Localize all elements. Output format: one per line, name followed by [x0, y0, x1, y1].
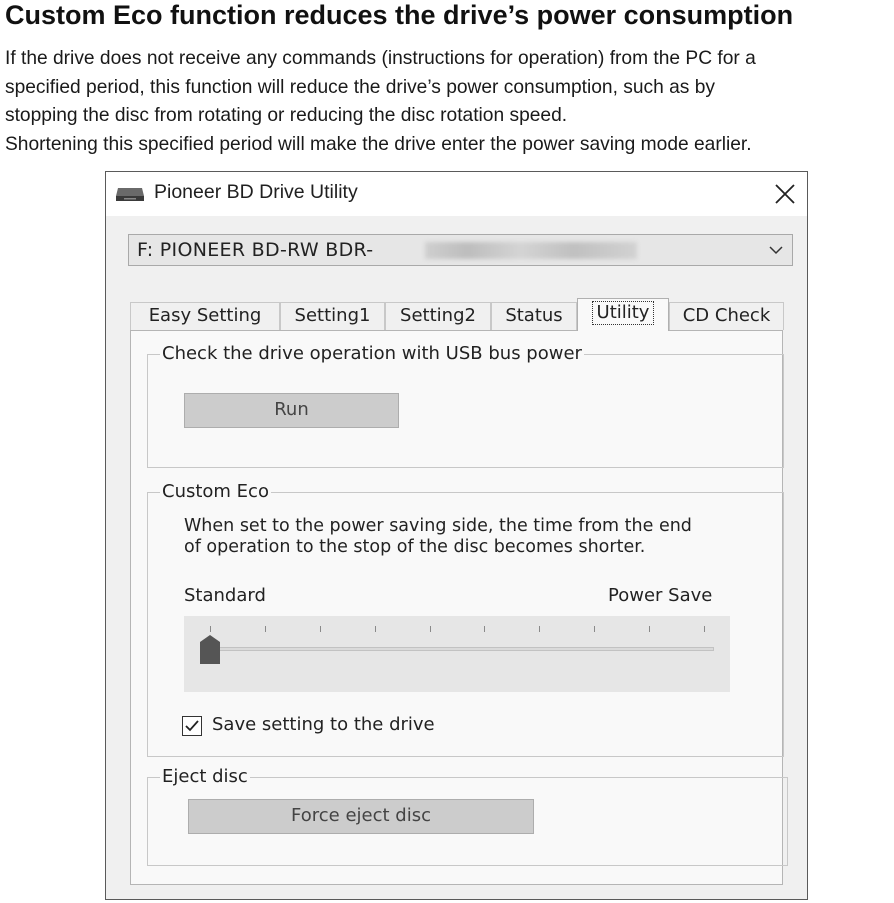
chevron-down-icon [769, 246, 783, 255]
tab-cd-check[interactable]: CD Check [669, 302, 784, 330]
slider-thumb[interactable] [199, 634, 221, 664]
tab-label: Easy Setting [148, 305, 262, 326]
slider-tick [484, 626, 486, 632]
slider-tick [704, 626, 705, 632]
slider-tick [539, 626, 541, 632]
slider-min-label: Standard [184, 585, 266, 606]
intro-text: If the drive does not receive any comman… [5, 45, 894, 159]
drive-select[interactable]: F: PIONEER BD-RW BDR- [128, 234, 793, 266]
tab-label: CD Check [682, 305, 771, 326]
window-title: Pioneer BD Drive Utility [154, 181, 358, 203]
close-icon [775, 184, 795, 204]
tab-status[interactable]: Status [491, 302, 577, 330]
title-bar: Pioneer BD Drive Utility [106, 172, 807, 216]
slider-track [200, 647, 714, 651]
eco-description: When set to the power saving side, the t… [184, 516, 692, 558]
slider-tick [264, 626, 266, 632]
checkmark-icon [185, 720, 199, 732]
slider-tick [374, 626, 376, 632]
intro-line: specified period, this function will red… [5, 76, 715, 98]
usb-bus-power-group: Check the drive operation with USB bus p… [147, 343, 784, 468]
intro-line: If the drive does not receive any comman… [5, 48, 756, 69]
save-setting-label: Save setting to the drive [212, 714, 435, 735]
intro-line: Shortening this specified period will ma… [5, 133, 752, 155]
slider-tick [210, 626, 211, 632]
slider-max-label: Power Save [608, 585, 713, 606]
tab-setting2[interactable]: Setting2 [385, 302, 491, 330]
utility-tab-page: Check the drive operation with USB bus p… [130, 330, 788, 885]
custom-eco-slider[interactable] [184, 616, 730, 692]
tab-easy-setting[interactable]: Easy Setting [130, 302, 280, 330]
eject-disc-group: Eject disc Force eject disc [147, 766, 788, 866]
group-legend: Check the drive operation with USB bus p… [160, 343, 584, 365]
page-headline: Custom Eco function reduces the drive’s … [5, 0, 794, 30]
intro-line: stopping the disc from rotating or reduc… [5, 105, 568, 126]
slider-tick [649, 626, 651, 632]
run-button[interactable]: Run [184, 393, 399, 428]
slider-tick [594, 626, 596, 632]
eco-description-line: When set to the power saving side, the t… [184, 516, 692, 536]
redacted-serial [425, 242, 637, 259]
save-setting-checkbox[interactable] [182, 716, 202, 736]
group-legend: Custom Eco [160, 481, 271, 503]
slider-tick [429, 626, 431, 632]
tab-label: Status [505, 305, 563, 326]
tab-setting1[interactable]: Setting1 [280, 302, 385, 330]
tab-utility[interactable]: Utility [577, 298, 669, 331]
eco-description-line: of operation to the stop of the disc bec… [184, 537, 646, 557]
custom-eco-group: Custom Eco When set to the power saving … [147, 481, 784, 757]
drive-select-value: F: PIONEER BD-RW BDR- [137, 239, 374, 261]
app-window: Pioneer BD Drive Utility F: PIONEER BD-R… [105, 171, 808, 900]
close-button[interactable] [765, 176, 803, 212]
tab-label: Setting2 [400, 305, 476, 326]
drive-icon [115, 184, 145, 204]
force-eject-button[interactable]: Force eject disc [188, 799, 534, 834]
tab-label: Setting1 [294, 305, 371, 326]
group-legend: Eject disc [160, 766, 250, 788]
slider-tick [319, 626, 321, 632]
tab-label: Utility [591, 301, 655, 325]
